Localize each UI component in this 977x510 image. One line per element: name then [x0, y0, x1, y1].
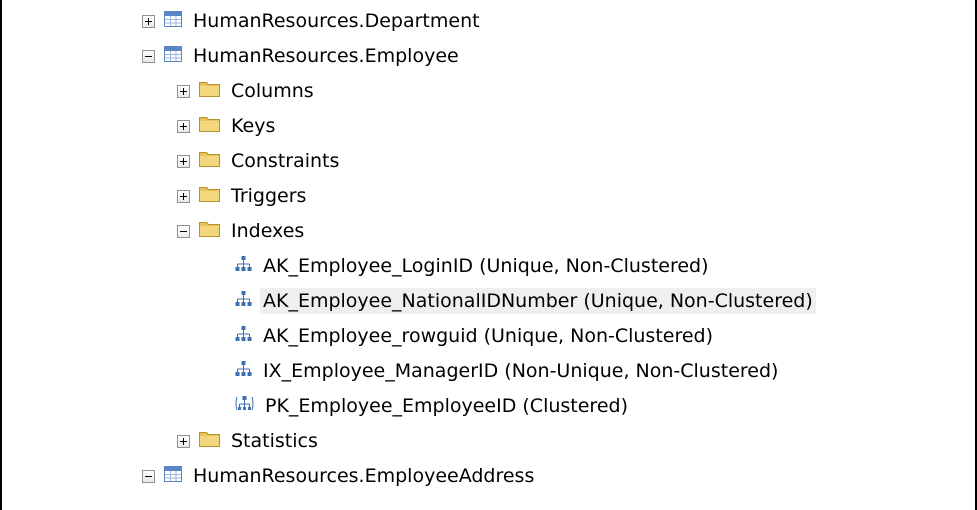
expand-plus-icon[interactable]	[177, 189, 190, 203]
tree-node-label: Constraints	[231, 150, 340, 172]
tree-node-label: HumanResources.EmployeeAddress	[193, 465, 535, 487]
expand-plus-icon[interactable]	[177, 84, 190, 98]
table-icon	[164, 10, 182, 32]
folder-icon	[199, 150, 220, 172]
nonclustered-index-icon	[235, 360, 252, 382]
tree-node-index-nationalidnumber[interactable]: AK_Employee_NationalIDNumber (Unique, No…	[235, 284, 816, 318]
folder-icon	[199, 185, 220, 207]
tree-node-label: Keys	[231, 115, 276, 137]
tree-node-index-employeeid[interactable]: PK_Employee_EmployeeID (Clustered)	[235, 389, 631, 423]
tree-node-label: IX_Employee_ManagerID (Non-Unique, Non-C…	[263, 360, 779, 382]
tree-node-index-loginid[interactable]: AK_Employee_LoginID (Unique, Non-Cluster…	[235, 249, 712, 283]
folder-icon	[199, 220, 220, 242]
tree-node-label: Statistics	[231, 430, 318, 452]
folder-icon	[199, 430, 220, 452]
expand-plus-icon[interactable]	[177, 434, 190, 448]
table-icon	[164, 465, 182, 487]
tree-node-employee[interactable]: HumanResources.Employee	[142, 39, 462, 73]
tree-node-label: HumanResources.Department	[193, 10, 480, 32]
nonclustered-index-icon	[235, 255, 252, 277]
tree-node-department[interactable]: HumanResources.Department	[142, 4, 483, 38]
tree-node-constraints[interactable]: Constraints	[177, 144, 342, 178]
tree-node-label: AK_Employee_LoginID (Unique, Non-Cluster…	[263, 255, 709, 277]
tree-node-indexes[interactable]: Indexes	[177, 214, 307, 248]
expand-plus-icon[interactable]	[177, 154, 190, 168]
tree-node-index-rowguid[interactable]: AK_Employee_rowguid (Unique, Non-Cluster…	[235, 319, 716, 353]
nonclustered-index-icon	[235, 325, 252, 347]
tree-node-triggers[interactable]: Triggers	[177, 179, 309, 213]
tree-node-employeeaddress[interactable]: HumanResources.EmployeeAddress	[142, 459, 537, 493]
nonclustered-index-icon	[235, 290, 252, 312]
table-icon	[164, 45, 182, 67]
collapse-minus-icon[interactable]	[142, 49, 155, 63]
tree-node-label: PK_Employee_EmployeeID (Clustered)	[265, 395, 628, 417]
tree-node-label: AK_Employee_rowguid (Unique, Non-Cluster…	[263, 325, 714, 347]
tree-node-label: AK_Employee_NationalIDNumber (Unique, No…	[260, 288, 816, 314]
tree-node-index-managerid[interactable]: IX_Employee_ManagerID (Non-Unique, Non-C…	[235, 354, 781, 388]
tree-node-label: Triggers	[231, 185, 307, 207]
expand-plus-icon[interactable]	[142, 14, 155, 28]
expand-plus-icon[interactable]	[177, 119, 190, 133]
object-explorer-panel: HumanResources.Department HumanResources…	[0, 0, 977, 510]
clustered-index-icon	[235, 395, 254, 417]
tree-node-columns[interactable]: Columns	[177, 74, 317, 108]
folder-icon	[199, 115, 220, 137]
tree-node-statistics[interactable]: Statistics	[177, 424, 321, 458]
tree-node-label: HumanResources.Employee	[193, 45, 459, 67]
tree-node-label: Columns	[231, 80, 314, 102]
tree-node-keys[interactable]: Keys	[177, 109, 278, 143]
folder-icon	[199, 80, 220, 102]
tree-node-label: Indexes	[231, 220, 305, 242]
collapse-minus-icon[interactable]	[142, 469, 155, 483]
collapse-minus-icon[interactable]	[177, 224, 190, 238]
